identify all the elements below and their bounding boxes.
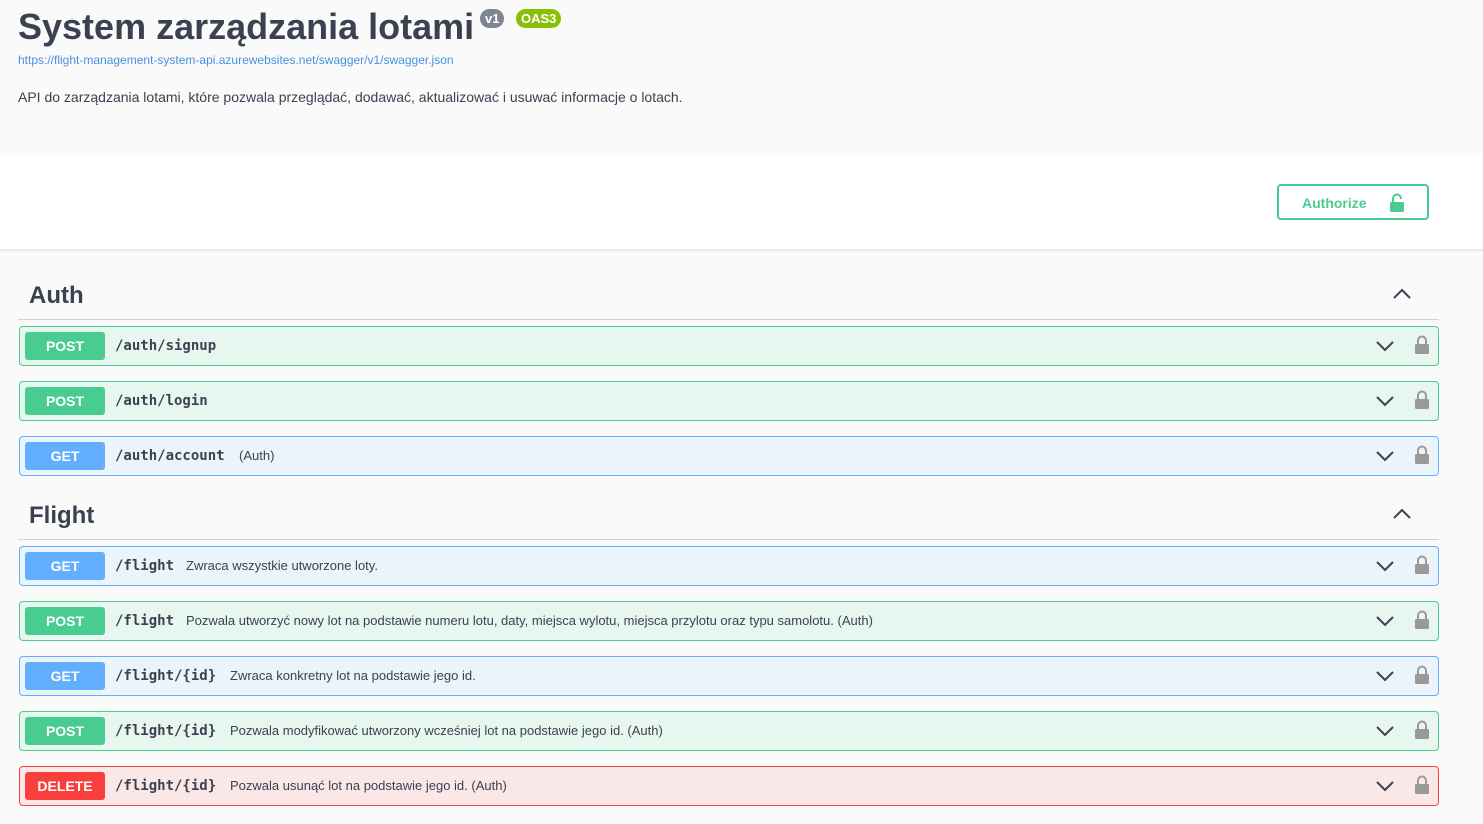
operation-path: /flight/{id} [115, 778, 217, 794]
operation-path: /flight/{id} [115, 723, 217, 739]
lock-icon[interactable] [1414, 389, 1430, 411]
scheme-container: Authorize [0, 153, 1483, 250]
page-title: System zarządzania lotami [18, 6, 475, 47]
chevron-down-icon[interactable] [1375, 613, 1395, 629]
chevron-up-icon[interactable] [1392, 504, 1412, 524]
lock-icon[interactable] [1414, 609, 1430, 631]
chevron-down-icon[interactable] [1375, 558, 1395, 574]
tag-section-auth[interactable]: Auth [18, 268, 1439, 320]
operation-row[interactable]: POST /flight/{id} Pozwala modyfikować ut… [19, 711, 1439, 751]
lock-icon[interactable] [1414, 664, 1430, 686]
lock-icon[interactable] [1414, 554, 1430, 576]
operation-path: /flight/{id} [115, 668, 217, 684]
operation-row[interactable]: POST /auth/signup [19, 326, 1439, 366]
authorize-label: Authorize [1302, 195, 1367, 211]
operation-row[interactable]: DELETE /flight/{id} Pozwala usunąć lot n… [19, 766, 1439, 806]
method-badge: POST [25, 387, 105, 415]
authorize-button[interactable]: Authorize [1277, 184, 1429, 220]
lock-icon[interactable] [1414, 444, 1430, 466]
spec-url-link[interactable]: https://flight-management-system-api.azu… [18, 53, 454, 67]
method-badge: POST [25, 717, 105, 745]
operation-summary: Pozwala utworzyć nowy lot na podstawie n… [186, 613, 873, 628]
operation-row[interactable]: GET /flight Zwraca wszystkie utworzone l… [19, 546, 1439, 586]
operation-path: /flight [115, 613, 175, 629]
operation-summary: Pozwala usunąć lot na podstawie jego id.… [230, 778, 507, 793]
chevron-down-icon[interactable] [1375, 723, 1395, 739]
operation-row[interactable]: GET /flight/{id} Zwraca konkretny lot na… [19, 656, 1439, 696]
lock-icon[interactable] [1414, 334, 1430, 356]
chevron-up-icon[interactable] [1392, 284, 1412, 304]
tag-section-flight[interactable]: Flight [18, 488, 1439, 540]
chevron-down-icon[interactable] [1375, 393, 1395, 409]
operation-summary: Pozwala modyfikować utworzony wcześniej … [230, 723, 663, 738]
operation-summary: (Auth) [239, 448, 275, 463]
tag-title: Auth [29, 282, 84, 309]
version-badge: v1 [480, 9, 505, 28]
oas-badge: OAS3 [516, 9, 562, 28]
method-badge: GET [25, 662, 105, 690]
operation-summary: Zwraca wszystkie utworzone loty. [186, 558, 378, 573]
api-info-section: System zarządzania lotami v1 OAS3 https:… [0, 0, 1483, 153]
operation-row[interactable]: POST /flight Pozwala utworzyć nowy lot n… [19, 601, 1439, 641]
lock-icon[interactable] [1414, 774, 1430, 796]
lock-icon[interactable] [1414, 719, 1430, 741]
operation-row[interactable]: POST /auth/login [19, 381, 1439, 421]
chevron-down-icon[interactable] [1375, 778, 1395, 794]
method-badge: GET [25, 552, 105, 580]
operation-row[interactable]: GET /auth/account (Auth) [19, 436, 1439, 476]
operation-path: /auth/signup [115, 338, 217, 354]
operation-path: /flight [115, 558, 175, 574]
operation-path: /auth/account [115, 448, 225, 464]
unlocked-icon [1390, 193, 1404, 212]
method-badge: POST [25, 607, 105, 635]
method-badge: GET [25, 442, 105, 470]
method-badge: POST [25, 332, 105, 360]
api-description: API do zarządzania lotami, które pozwala… [18, 89, 683, 105]
chevron-down-icon[interactable] [1375, 338, 1395, 354]
operation-path: /auth/login [115, 393, 208, 409]
operation-summary: Zwraca konkretny lot na podstawie jego i… [230, 668, 476, 683]
method-badge: DELETE [25, 772, 105, 800]
chevron-down-icon[interactable] [1375, 448, 1395, 464]
tag-title: Flight [29, 502, 95, 529]
chevron-down-icon[interactable] [1375, 668, 1395, 684]
